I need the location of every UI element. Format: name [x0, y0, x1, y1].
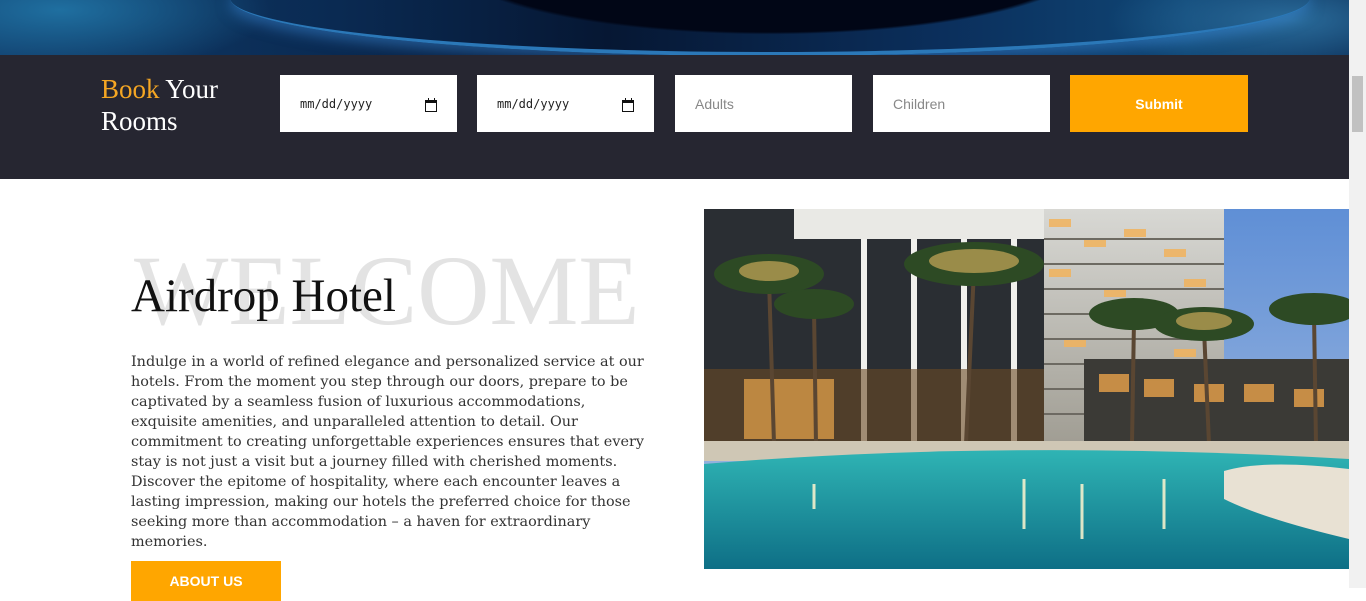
calendar-icon[interactable]: [425, 98, 437, 112]
adults-placeholder: Adults: [695, 95, 734, 112]
booking-title-accent: Book: [101, 74, 160, 104]
page-title: Airdrop Hotel: [131, 270, 396, 322]
scrollbar-thumb[interactable]: [1352, 76, 1363, 132]
page-scrollbar[interactable]: [1349, 0, 1366, 588]
booking-bar: Book Your Rooms mm/dd/yyyy mm/dd/yyyy Ad…: [0, 55, 1349, 179]
checkout-date-input[interactable]: mm/dd/yyyy: [477, 75, 654, 132]
children-placeholder: Children: [893, 95, 946, 112]
hotel-description: Indulge in a world of refined elegance a…: [131, 354, 644, 550]
checkout-date-placeholder: mm/dd/yyyy: [497, 96, 570, 111]
checkin-date-placeholder: mm/dd/yyyy: [300, 96, 373, 111]
submit-button[interactable]: Submit: [1070, 75, 1248, 132]
calendar-icon[interactable]: [622, 98, 634, 112]
about-us-button[interactable]: ABOUT US: [131, 561, 281, 601]
adults-input[interactable]: Adults: [675, 75, 852, 132]
children-input[interactable]: Children: [873, 75, 1050, 132]
hero-banner-image: [0, 0, 1349, 55]
checkin-date-input[interactable]: mm/dd/yyyy: [280, 75, 457, 132]
booking-title: Book Your Rooms: [101, 73, 271, 137]
hotel-pool-photo: [704, 209, 1349, 569]
